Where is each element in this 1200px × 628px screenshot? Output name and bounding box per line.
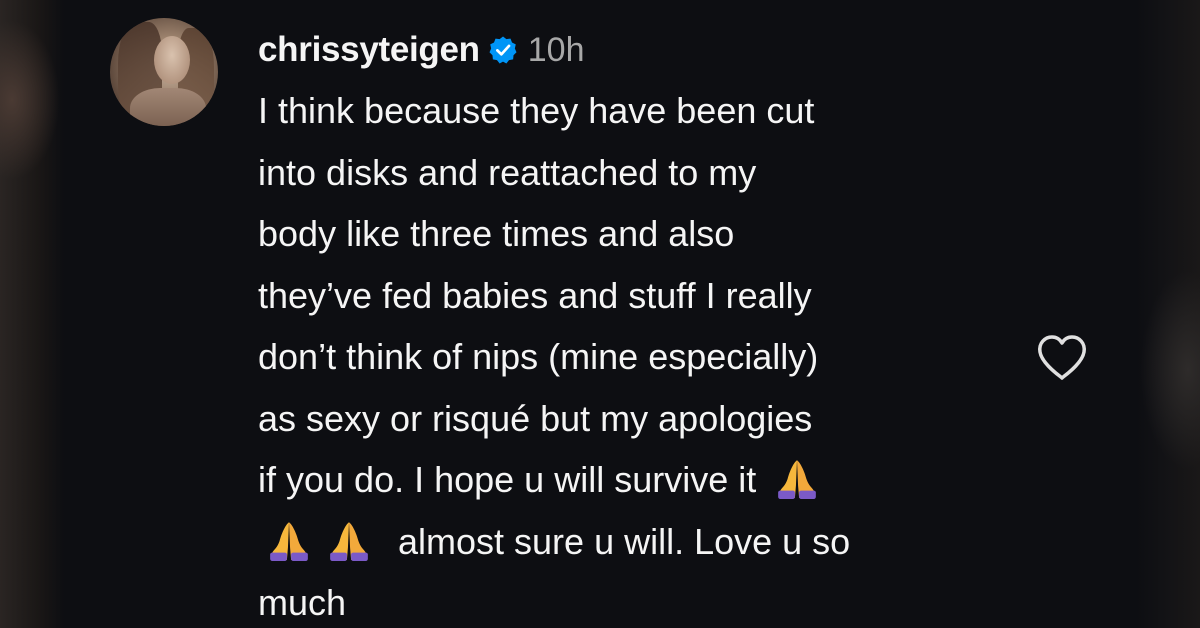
comment-line: if you do. I hope u will survive it — [258, 459, 757, 500]
heart-outline-icon[interactable] — [1036, 334, 1088, 382]
folded-hands-emoji-icon — [778, 460, 817, 499]
comment-header: chrissyteigen 10h — [258, 26, 585, 74]
timestamp: 10h — [527, 30, 585, 69]
comment-text: I think because they have been cut into … — [258, 80, 1018, 628]
comment-screenshot: chrissyteigen 10h I think because they h… — [0, 0, 1200, 628]
username[interactable]: chrissyteigen — [258, 30, 480, 70]
comment-line: almost sure u will. Love u so — [398, 520, 851, 562]
folded-hands-emoji-icon — [330, 521, 368, 561]
left-background-blur — [0, 0, 64, 628]
folded-hands-emoji-icon — [270, 521, 308, 561]
comment-line-with-emoji: if you do. I hope u will survive it — [258, 449, 1018, 511]
comment-line: don’t think of nips (mine especially) — [258, 336, 819, 377]
comment-line: into disks and reattached to my — [258, 151, 757, 193]
verified-badge-icon — [489, 36, 517, 64]
comment-line: I think because they have been cut — [258, 90, 815, 131]
right-background-blur — [1136, 0, 1200, 628]
comment-line: much — [258, 582, 347, 623]
comment-line: body like three times and also — [258, 213, 735, 254]
comment-line: they’ve fed babies and stuff I really — [258, 274, 812, 316]
comment-line-with-emoji: almost sure u will. Love u so — [258, 511, 1018, 573]
comment-line: as sexy or risqué but my apologies — [258, 397, 813, 439]
avatar[interactable] — [110, 18, 218, 126]
